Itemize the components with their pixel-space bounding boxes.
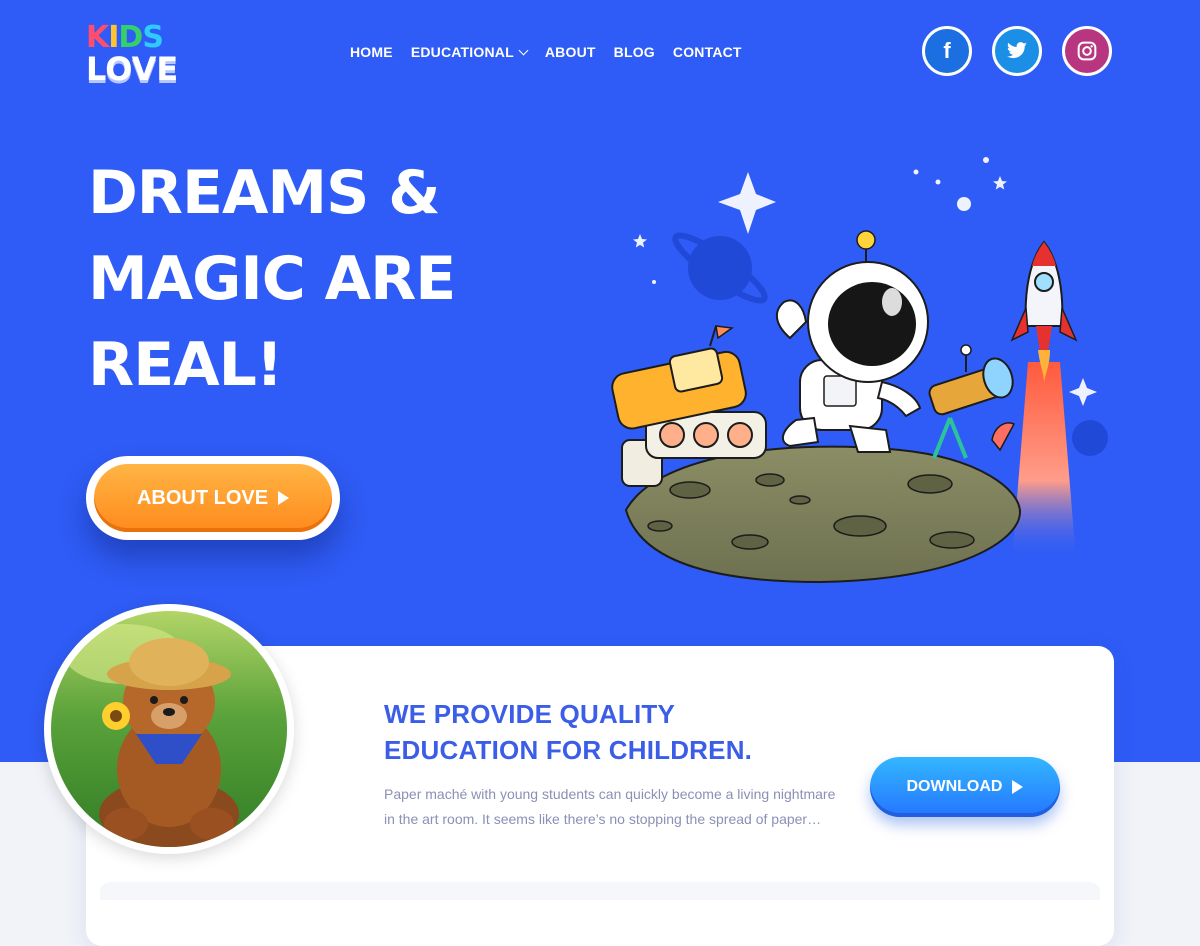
twitter-button[interactable] xyxy=(992,26,1042,76)
nav-blog[interactable]: BLOG xyxy=(614,44,655,60)
next-section-edge xyxy=(100,882,1100,900)
star-dot xyxy=(935,179,941,185)
logo-line-2: LOVE xyxy=(86,50,179,88)
play-arrow-icon xyxy=(1012,780,1024,794)
play-arrow-icon xyxy=(278,491,290,505)
card-title-line-1: WE PROVIDE QUALITY xyxy=(384,699,676,729)
star-icon xyxy=(993,176,1007,190)
hero-headline: DREAMS & MAGIC ARE REAL! xyxy=(88,150,538,408)
sparkle-icon xyxy=(718,172,776,234)
moon xyxy=(624,445,1022,584)
about-love-button[interactable]: ABOUT LOVE xyxy=(94,464,332,532)
site-header: KIDS LOVE HOME EDUCATIONAL ABOUT BLOG CO… xyxy=(0,0,1200,110)
planet xyxy=(1072,420,1108,456)
facebook-button[interactable]: f xyxy=(922,26,972,76)
instagram-icon xyxy=(1077,41,1097,61)
star-icon xyxy=(633,234,647,248)
download-label: DOWNLOAD xyxy=(906,778,1003,795)
main-nav: HOME EDUCATIONAL ABOUT BLOG CONTACT xyxy=(350,44,742,60)
site-logo[interactable]: KIDS LOVE xyxy=(86,22,186,92)
space-illustration xyxy=(611,157,1108,584)
nav-educational[interactable]: EDUCATIONAL xyxy=(410,44,529,60)
card-title: WE PROVIDE QUALITY EDUCATION FOR CHILDRE… xyxy=(384,696,804,768)
headline-line-3: REAL! xyxy=(88,330,283,400)
astronaut xyxy=(775,230,929,453)
nav-educational-label: EDUCATIONAL xyxy=(410,44,514,60)
teddy-bear-image xyxy=(44,604,294,854)
planet xyxy=(688,236,752,300)
star-dot xyxy=(983,157,989,163)
facebook-icon: f xyxy=(943,38,951,63)
download-button[interactable]: DOWNLOAD xyxy=(870,757,1060,817)
star-dot xyxy=(957,197,971,211)
star-dot xyxy=(913,169,919,175)
chevron-down-icon xyxy=(518,45,529,56)
rocket-flame xyxy=(1012,362,1076,560)
rocket xyxy=(1010,240,1078,382)
headline-line-1: DREAMS & xyxy=(88,158,441,228)
card-title-line-2: EDUCATION FOR CHILDREN. xyxy=(384,735,753,765)
headline-line-2: MAGIC ARE xyxy=(88,244,456,314)
teddy-bear-photo xyxy=(51,611,287,847)
instagram-button[interactable] xyxy=(1062,26,1112,76)
star-dot xyxy=(652,280,656,284)
twitter-bird-icon xyxy=(1007,42,1027,59)
about-love-button-frame: ABOUT LOVE xyxy=(86,456,340,540)
nav-contact[interactable]: CONTACT xyxy=(673,44,742,60)
nav-about[interactable]: ABOUT xyxy=(545,44,596,60)
telescope xyxy=(928,344,1016,459)
nav-home[interactable]: HOME xyxy=(350,44,393,60)
sparkle-icon xyxy=(1069,378,1097,406)
about-love-label: ABOUT LOVE xyxy=(136,486,269,509)
card-description: Paper maché with young students can quic… xyxy=(384,786,836,827)
